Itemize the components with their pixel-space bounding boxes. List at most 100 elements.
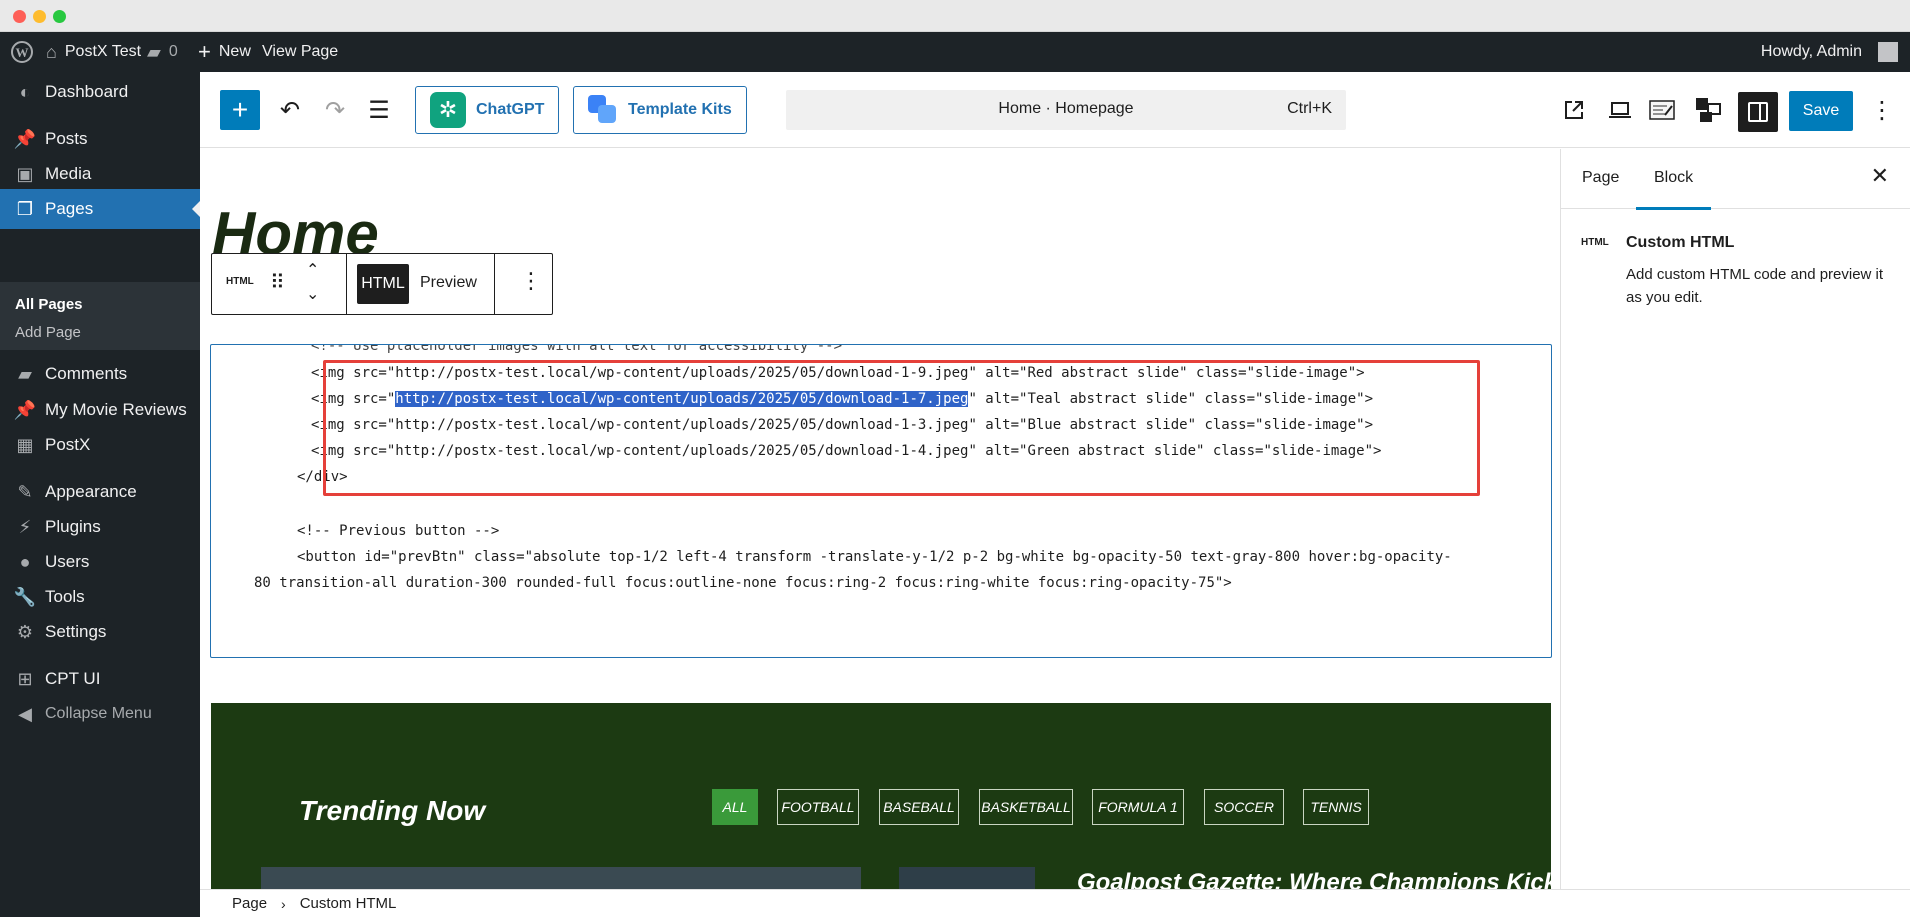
filter-all[interactable]: ALL [712,789,758,825]
pin-icon: 📌 [13,399,37,420]
admin-bar-comments[interactable]: ▰ 0 [147,32,178,72]
tab-block[interactable]: Block [1635,169,1712,210]
comments-count: 0 [168,43,178,60]
sidebar-item-dashboard[interactable]: ◐ Dashboard [0,72,200,112]
block-inserter-button[interactable]: + [220,90,260,130]
laptop-icon [1609,102,1631,118]
more-vertical-icon[interactable]: ⋮ [520,268,542,294]
tab-page[interactable]: Page [1582,169,1619,187]
news-image[interactable] [261,867,861,889]
svg-text:W: W [16,45,29,60]
sidebar-item-comments[interactable]: ▰ Comments [0,354,200,394]
chatgpt-logo-icon: ✲ [430,92,466,128]
media-icon: ▣ [16,163,34,184]
notepad-icon [1649,100,1675,120]
sidebar-item-my-movie-reviews[interactable]: 📌 My Movie Reviews [0,390,200,430]
submenu-add-page[interactable]: Add Page [15,324,81,341]
sidebar-item-appearance[interactable]: ✎ Appearance [0,472,200,512]
close-icon[interactable]: ✕ [1871,163,1889,189]
blocks-icon [1696,98,1721,122]
undo-button[interactable]: ↶ [272,92,308,128]
pin-icon: 📌 [13,128,37,149]
window-minimize-button[interactable] [33,10,46,23]
code-line: <!-- Use placeholder images with alt tex… [311,344,843,354]
blocks-plugin-button[interactable] [1690,92,1726,128]
filter-football[interactable]: FOOTBALL [777,789,859,825]
filter-formula-1[interactable]: FORMULA 1 [1092,789,1184,825]
comment-icon: ▰ [18,363,32,384]
save-button[interactable]: Save [1789,91,1853,131]
howdy-label: Howdy, Admin [1760,43,1862,60]
sidebar-item-media[interactable]: ▣ Media [0,154,200,194]
sidebar-item-settings[interactable]: ⚙ Settings [0,612,200,652]
edit-note-button[interactable] [1644,92,1680,128]
breadcrumb-page[interactable]: Page [232,895,267,912]
chatgpt-button[interactable]: ✲ ChatGPT [415,86,560,134]
plug-icon: ⚡ [18,516,32,537]
news-image[interactable] [899,867,1035,889]
home-icon: ⌂ [46,41,57,62]
brush-icon: ✎ [17,481,33,502]
sidebar-item-plugins[interactable]: ⚡ Plugins [0,507,200,547]
more-vertical-icon: ⋮ [1870,96,1894,124]
submenu-all-pages[interactable]: All Pages [15,296,83,313]
dashboard-icon: ◐ [19,81,31,102]
admin-bar-account[interactable]: Howdy, Admin [1761,32,1898,72]
sidebar-icon [1748,102,1768,122]
filter-baseball[interactable]: BASEBALL [879,789,959,825]
chevron-down-icon[interactable]: ⌄ [306,284,319,304]
trending-section: Trending Now ALL FOOTBALL BASEBALL BASKE… [211,703,1557,889]
admin-bar: W ⌂ PostX Test ▰ 0 + New View Page Howdy… [0,32,1910,72]
code-line: <img src="http://postx-test.local/wp-con… [311,417,1374,433]
news-headline[interactable]: Goalpost Gazette: Where Champions Kick [1077,869,1557,889]
template-kits-button[interactable]: Template Kits [573,86,747,134]
wrench-icon: 🔧 [13,586,37,607]
sidebar-item-tools[interactable]: 🔧 Tools [0,577,200,617]
wordpress-icon: W [11,41,33,63]
filter-soccer[interactable]: SOCCER [1204,789,1284,825]
collapse-icon: ◀ [18,703,32,724]
sidebar-item-posts[interactable]: 📌 Posts [0,119,200,159]
chevron-right-icon: › [281,895,286,912]
list-view-icon: ☰ [368,96,390,124]
new-label: New [218,43,251,60]
sidebar-item-users[interactable]: ● Users [0,542,200,582]
sidebar-item-postx[interactable]: ▦ PostX [0,425,200,465]
options-button[interactable]: ⋮ [1864,92,1900,128]
code-line: <img src="http://postx-test.local/wp-con… [311,443,1382,459]
sidebar-item-pages[interactable]: ❐ Pages [0,189,200,229]
collapse-menu-button[interactable]: ◀ Collapse Menu [0,694,200,734]
settings-toggle-button[interactable] [1738,92,1778,132]
redo-button[interactable]: ↷ [317,92,353,128]
admin-bar-site[interactable]: ⌂ PostX Test [46,32,141,72]
site-name: PostX Test [64,43,142,60]
chevron-up-icon[interactable]: ⌃ [306,260,319,280]
window-close-button[interactable] [13,10,26,23]
drag-handle-icon[interactable]: ⠿ [270,270,286,295]
admin-bar-new[interactable]: + New [198,32,251,72]
custom-html-textarea[interactable]: <!-- Use placeholder images with alt tex… [210,344,1552,658]
code-line: <img src="http://postx-test.local/wp-con… [311,365,1365,381]
code-line: <!-- Previous button --> [297,523,500,539]
sidebar-item-cpt-ui[interactable]: ⊞ CPT UI [0,659,200,699]
document-overview-button[interactable]: ☰ [361,92,397,128]
window-zoom-button[interactable] [53,10,66,23]
html-block-icon[interactable]: HTML [226,276,254,287]
admin-bar-view-page[interactable]: View Page [262,32,338,72]
view-page-button[interactable] [1556,92,1592,128]
command-palette-bar[interactable]: Home · Homepage Ctrl+K [786,90,1346,130]
preview-tab-button[interactable]: Preview [420,274,477,292]
code-line: <button id="prevBtn" class="absolute top… [297,549,1452,565]
user-icon: ● [19,551,31,572]
filter-tennis[interactable]: TENNIS [1303,789,1369,825]
breadcrumb-custom-html[interactable]: Custom HTML [300,895,397,912]
selected-url-text: http://postx-test.local/wp-content/uploa… [395,391,969,407]
admin-sidebar: ◐ Dashboard 📌 Posts ▣ Media ❐ Pages All … [0,72,200,917]
plus-icon: + [198,39,211,64]
filter-basketball[interactable]: BASKETBALL [979,789,1073,825]
wordpress-logo-icon[interactable]: W [10,32,34,72]
device-preview-button[interactable] [1602,92,1638,128]
html-tab-button[interactable]: HTML [357,264,409,304]
block-breadcrumb: Page › Custom HTML [200,889,1910,917]
trending-title: Trending Now [299,795,486,826]
